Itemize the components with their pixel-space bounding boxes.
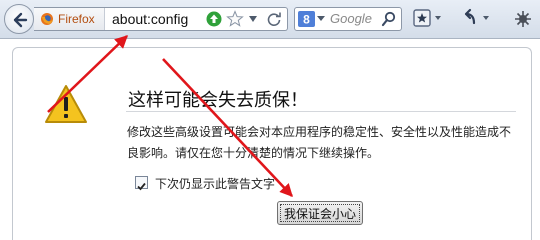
browser-name-label: Firefox bbox=[58, 12, 95, 26]
search-bar[interactable]: 8 Google bbox=[294, 7, 402, 31]
site-identity-button[interactable]: Firefox bbox=[34, 8, 105, 30]
firefox-icon bbox=[41, 13, 53, 25]
title-divider bbox=[126, 111, 516, 112]
bookmark-star-icon[interactable] bbox=[226, 10, 244, 28]
svg-text:8: 8 bbox=[303, 13, 310, 27]
back-button[interactable] bbox=[4, 4, 34, 34]
dropdown-arrow-icon[interactable] bbox=[248, 15, 258, 23]
accept-risk-button[interactable]: 我保证会小心 bbox=[277, 201, 363, 225]
search-icon[interactable] bbox=[381, 11, 397, 27]
url-text[interactable]: about:config bbox=[112, 11, 188, 27]
google-search-engine-icon[interactable]: 8 bbox=[298, 11, 315, 27]
checkmark-icon bbox=[137, 182, 146, 191]
bookmarks-menu-button[interactable] bbox=[412, 8, 446, 30]
warning-title: 这样可能会失去质保！ bbox=[128, 90, 308, 111]
extension-icon[interactable] bbox=[514, 10, 532, 28]
show-warning-checkbox-label[interactable]: 下次仍显示此警告文字 bbox=[155, 175, 275, 192]
navigation-toolbar: Firefox about:config 8 Google bbox=[0, 0, 540, 39]
warning-icon bbox=[45, 85, 87, 123]
back-arrow-icon bbox=[13, 12, 28, 28]
search-placeholder: Google bbox=[330, 11, 372, 26]
go-arrow-icon[interactable] bbox=[206, 11, 222, 27]
accept-risk-button-label: 我保证会小心 bbox=[283, 206, 356, 221]
bookmarks-icon bbox=[413, 9, 441, 27]
history-back-button[interactable] bbox=[460, 8, 494, 30]
url-bar[interactable]: Firefox about:config bbox=[34, 7, 288, 31]
history-back-icon bbox=[464, 8, 489, 25]
warning-message: 修改这些高级设置可能会对本应用程序的稳定性、安全性以及性能造成不良影响。请仅在您… bbox=[127, 125, 512, 160]
show-warning-checkbox[interactable] bbox=[135, 176, 148, 191]
reload-icon[interactable] bbox=[266, 11, 282, 27]
search-engine-dropdown-icon[interactable] bbox=[317, 16, 325, 22]
